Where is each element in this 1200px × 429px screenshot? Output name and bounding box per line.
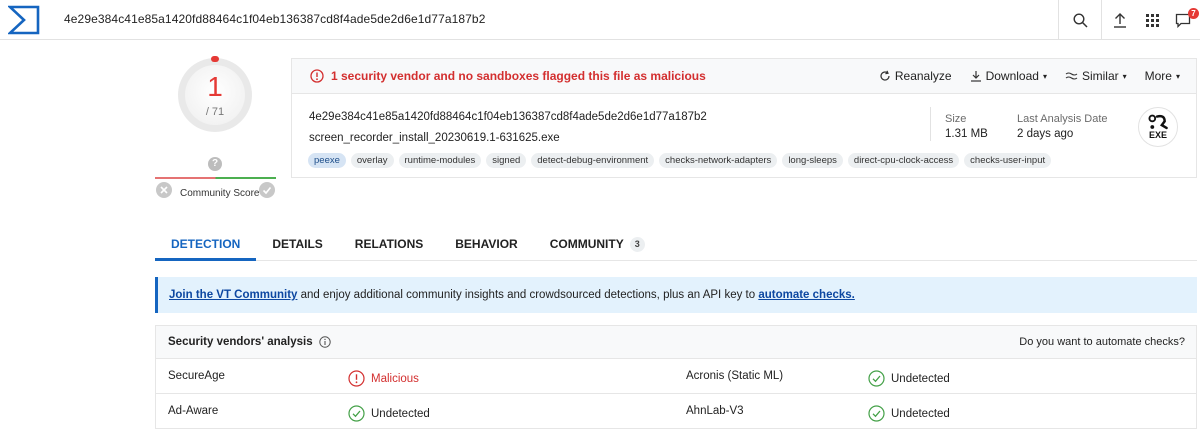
banner-text: and enjoy additional community insights …: [297, 289, 759, 301]
upload-icon[interactable]: [1102, 0, 1138, 40]
community-score-label: Community Score: [180, 188, 260, 199]
alert-text: 1 security vendor and no sandboxes flagg…: [331, 69, 706, 83]
file-type-icon: [1138, 107, 1178, 147]
tag[interactable]: checks-network-adapters: [659, 153, 778, 168]
file-name: screen_recorder_install_20230619.1-63162…: [309, 132, 560, 144]
vendor-result: Undetected: [868, 370, 950, 387]
vendor-name: Ad-Aware: [168, 405, 219, 417]
tag[interactable]: detect-debug-environment: [531, 153, 655, 168]
tag[interactable]: peexe: [308, 153, 346, 168]
alert-icon: [310, 69, 324, 83]
vendor-name: AhnLab-V3: [686, 405, 744, 417]
community-banner: Join the VT Community and enjoy addition…: [155, 277, 1197, 313]
report-tabs: DETECTION DETAILS RELATIONS BEHAVIOR COM…: [155, 226, 1197, 261]
detection-total: / 71: [205, 106, 225, 118]
detection-count: 1: [207, 71, 223, 102]
file-type-label: EXE: [1148, 130, 1167, 140]
detection-alert: 1 security vendor and no sandboxes flagg…: [310, 69, 706, 83]
similar-icon: [1065, 72, 1078, 80]
virustotal-logo[interactable]: [8, 5, 40, 35]
vendor-result: Malicious: [348, 370, 419, 387]
file-hash: 4e29e384c41e85a1420fd88464c1f04eb136387c…: [309, 111, 707, 123]
vendors-header: Security vendors' analysis Do you want t…: [155, 325, 1197, 359]
check-circle-icon: [348, 405, 365, 422]
tag[interactable]: direct-cpu-clock-access: [847, 153, 960, 168]
alert-icon: [348, 370, 365, 387]
community-count-badge: 3: [629, 237, 645, 252]
table-row: SecureAge Malicious Acronis (Static ML) …: [155, 359, 1197, 394]
search-icon[interactable]: [1059, 0, 1101, 40]
tag[interactable]: overlay: [350, 153, 394, 168]
table-row: Ad-Aware Undetected AhnLab-V3 Undetected: [155, 394, 1197, 429]
chevron-down-icon: ▾: [1175, 71, 1180, 81]
top-bar: 4e29e384c41e85a1420fd88464c1f04eb136387c…: [0, 0, 1200, 40]
tag[interactable]: runtime-modules: [398, 153, 482, 168]
tab-relations[interactable]: RELATIONS: [339, 226, 439, 261]
info-icon[interactable]: [318, 336, 331, 348]
tag[interactable]: checks-user-input: [964, 153, 1052, 168]
check-circle-icon: [868, 405, 885, 422]
notifications-icon[interactable]: 7: [1166, 0, 1200, 40]
reanalyze-button[interactable]: Reanalyze: [879, 69, 952, 83]
vote-positive-icon[interactable]: [259, 182, 275, 198]
refresh-icon: [880, 70, 890, 81]
chevron-down-icon: ▾: [1042, 71, 1047, 81]
vendors-title: Security vendors' analysis: [168, 336, 331, 348]
vote-negative-icon[interactable]: [156, 182, 172, 198]
vendor-result: Undetected: [348, 405, 430, 422]
file-summary-panel: 1 security vendor and no sandboxes flagg…: [291, 58, 1197, 178]
tag-list: peexe overlay runtime-modules signed det…: [308, 153, 1052, 168]
summary-actions: Reanalyze Download ▾ Similar ▾ More ▾: [879, 69, 1180, 83]
automate-checks-prompt[interactable]: Do you want to automate checks?: [1019, 336, 1185, 348]
community-score-bar: [155, 177, 276, 179]
similar-button[interactable]: Similar ▾: [1065, 69, 1127, 83]
vendor-result: Undetected: [868, 405, 950, 422]
chevron-down-icon: ▾: [1122, 71, 1127, 81]
top-icons: 7: [1058, 0, 1200, 40]
apps-grid-icon[interactable]: [1138, 0, 1166, 40]
check-circle-icon: [868, 370, 885, 387]
tab-details[interactable]: DETAILS: [256, 226, 338, 261]
tag[interactable]: signed: [486, 153, 527, 168]
more-button[interactable]: More ▾: [1145, 69, 1180, 83]
join-community-link[interactable]: Join the VT Community: [169, 289, 297, 301]
community-score-marker: ?: [208, 157, 222, 171]
notification-badge: 7: [1188, 8, 1199, 19]
download-icon: [970, 71, 981, 82]
size-label: Size: [945, 113, 967, 125]
tag[interactable]: long-sleeps: [782, 153, 843, 168]
last-analysis-label: Last Analysis Date: [1017, 113, 1108, 125]
automate-checks-link[interactable]: automate checks.: [758, 289, 855, 301]
download-button[interactable]: Download ▾: [970, 69, 1047, 83]
tab-community[interactable]: COMMUNITY 3: [534, 226, 661, 261]
tab-behavior[interactable]: BEHAVIOR: [439, 226, 533, 261]
tab-detection[interactable]: DETECTION: [155, 226, 257, 261]
tab-community-label: COMMUNITY: [549, 237, 624, 251]
size-value: 1.31 MB: [945, 128, 988, 140]
summary-header: 1 security vendor and no sandboxes flagg…: [292, 59, 1196, 94]
last-analysis-value: 2 days ago: [1017, 128, 1074, 140]
search-input[interactable]: 4e29e384c41e85a1420fd88464c1f04eb136387c…: [64, 12, 485, 26]
vendor-name: Acronis (Static ML): [686, 370, 784, 382]
meta-divider: [930, 107, 931, 141]
vendor-name: SecureAge: [168, 370, 225, 382]
